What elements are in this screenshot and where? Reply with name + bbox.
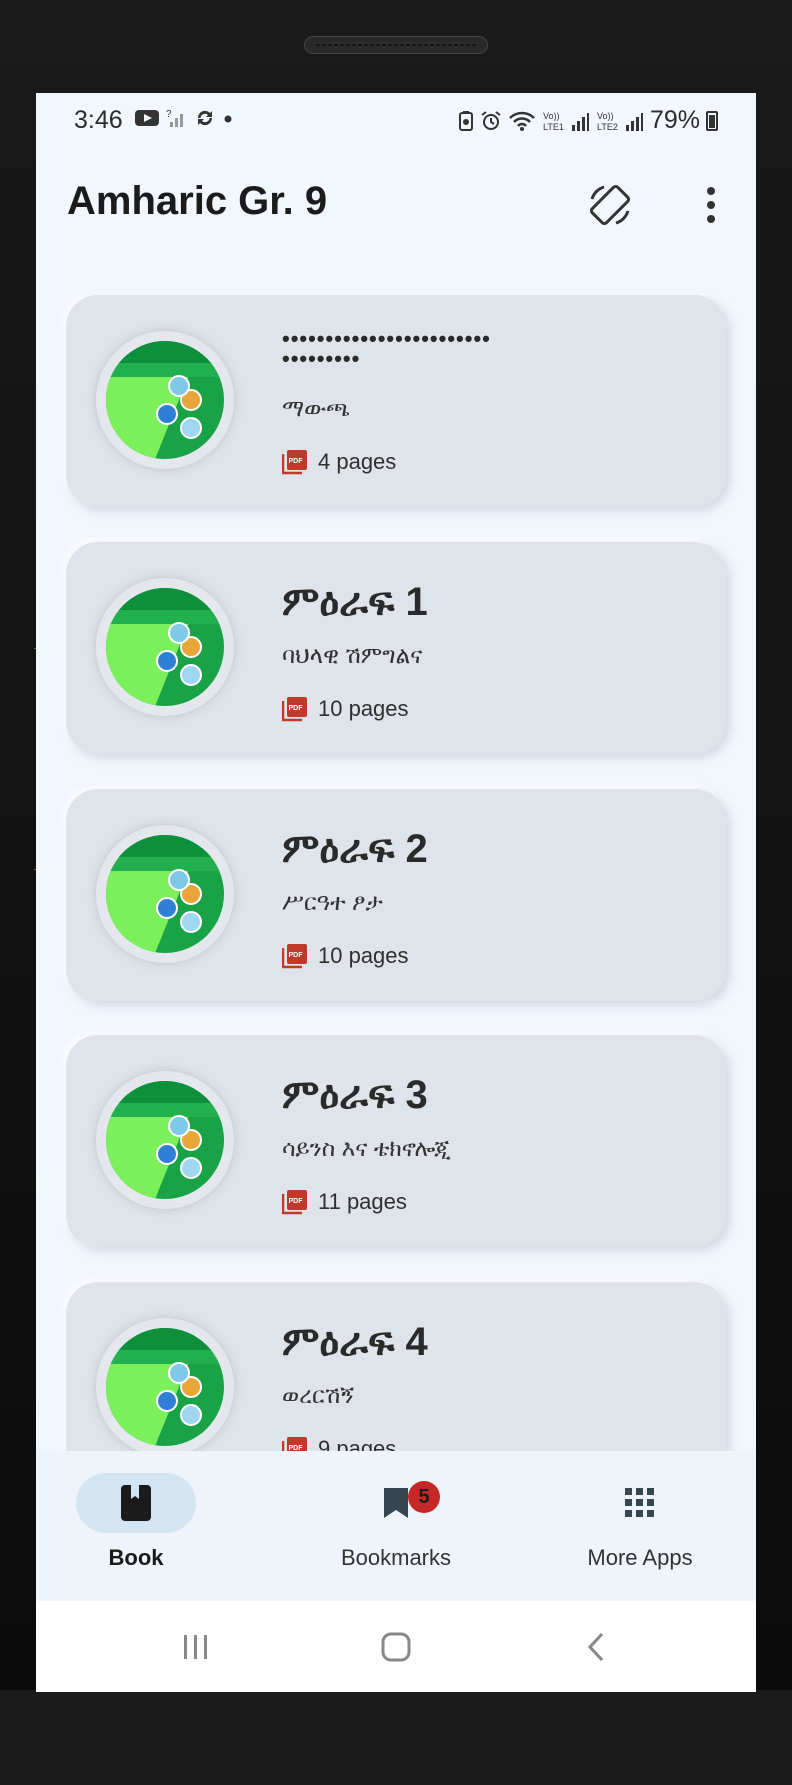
status-left-icons: ? bbox=[134, 107, 234, 129]
screen-rotation-icon bbox=[589, 184, 631, 226]
back-button[interactable] bbox=[566, 1623, 626, 1671]
bookmark-icon bbox=[384, 1488, 408, 1518]
svg-text:PDF: PDF bbox=[289, 458, 304, 465]
chapter-subtitle: ወረርሽኝ bbox=[282, 1382, 354, 1408]
svg-text:PDF: PDF bbox=[289, 705, 304, 712]
svg-text:Vo)): Vo)) bbox=[597, 111, 614, 121]
app-title: Amharic Gr. 9 bbox=[67, 179, 328, 223]
nav-more-apps-label: More Apps bbox=[587, 1545, 693, 1570]
alarm-icon bbox=[481, 110, 501, 130]
page-count-text: 4 pages bbox=[318, 449, 397, 474]
book-cover-thumbnail bbox=[96, 331, 234, 469]
chapter-card[interactable]: ••••••••••••••••••••••••••••••••• ማውጫ PD… bbox=[66, 295, 726, 507]
nav-book[interactable]: Book bbox=[36, 1473, 236, 1571]
recent-apps-button[interactable] bbox=[166, 1623, 226, 1671]
chapter-title: ምዕራፍ 4 bbox=[282, 1320, 428, 1364]
battery-percent: 79% bbox=[649, 106, 700, 134]
svg-text:LTE2: LTE2 bbox=[597, 122, 618, 132]
app-screen: 3:46 ? Vo)) LTE1 Vo)) LTE2 79% Amharic Gr.… bbox=[36, 93, 756, 1692]
nav-bookmarks[interactable]: 5 Bookmarks bbox=[296, 1473, 496, 1571]
sync-icon bbox=[197, 110, 213, 126]
chapter-title: ምዕራፍ 2 bbox=[282, 827, 428, 871]
page-count-text: 11 pages bbox=[318, 1189, 407, 1214]
book-cover-thumbnail bbox=[96, 1318, 234, 1456]
pdf-icon: PDF bbox=[282, 1190, 307, 1215]
phone-bezel-bottom bbox=[0, 1690, 792, 1785]
back-icon bbox=[587, 1632, 604, 1662]
dot-icon bbox=[224, 115, 232, 123]
more-vert-icon bbox=[707, 187, 715, 195]
chapter-title: ምዕራፍ 1 bbox=[282, 580, 428, 624]
status-time: 3:46 bbox=[74, 106, 123, 134]
home-icon bbox=[381, 1632, 411, 1662]
battery-saver-icon bbox=[458, 110, 473, 131]
page-count-text: 10 pages bbox=[318, 943, 409, 968]
earpiece-speaker bbox=[304, 36, 488, 54]
chapter-card[interactable]: ምዕራፍ 1 ባህላዊ ሽምግልና PDF 10 pages bbox=[66, 542, 726, 754]
chapter-card[interactable]: ምዕራፍ 3 ሳይንስ እና ቴክኖሎጂ PDF 11 pages bbox=[66, 1035, 726, 1247]
nav-more-apps[interactable]: More Apps bbox=[540, 1473, 740, 1571]
volte-lte1-icon: Vo))LTE1 bbox=[543, 111, 589, 132]
chapter-list[interactable]: ••••••••••••••••••••••••••••••••• ማውጫ PD… bbox=[36, 295, 756, 1545]
chapter-subtitle: ባህላዊ ሽምግልና bbox=[282, 642, 423, 668]
book-cover-thumbnail bbox=[96, 1071, 234, 1209]
svg-text:?: ? bbox=[166, 109, 172, 120]
app-bar: Amharic Gr. 9 bbox=[36, 149, 756, 259]
chapter-card[interactable]: ምዕራፍ 2 ሥርዓተ ፆታ PDF 10 pages bbox=[66, 789, 726, 1001]
svg-text:Vo)): Vo)) bbox=[543, 111, 560, 121]
chapter-title: ምዕራፍ 3 bbox=[282, 1073, 428, 1117]
bookmarks-badge: 5 bbox=[408, 1481, 440, 1513]
chapter-subtitle: ሳይንስ እና ቴክኖሎጂ bbox=[282, 1135, 451, 1161]
chapter-subtitle: ሥርዓተ ፆታ bbox=[282, 889, 383, 915]
nav-bookmarks-label: Bookmarks bbox=[340, 1545, 452, 1570]
book-cover-thumbnail bbox=[96, 825, 234, 963]
bottom-navigation: Book 5 Bookmarks More Apps bbox=[36, 1451, 756, 1599]
page-count-text: 10 pages bbox=[318, 696, 409, 721]
status-bar: 3:46 ? Vo)) LTE1 Vo)) LTE2 79% bbox=[36, 93, 756, 149]
more-options-button[interactable] bbox=[689, 179, 733, 231]
home-button[interactable] bbox=[366, 1623, 426, 1671]
apps-grid-icon bbox=[625, 1488, 654, 1517]
page-count: PDF 11 pages bbox=[282, 1189, 407, 1215]
youtube-icon bbox=[135, 110, 159, 126]
page-count: PDF 4 pages bbox=[282, 449, 396, 475]
nav-more-apps-indicator bbox=[580, 1473, 700, 1533]
chapter-subtitle: ማውጫ bbox=[282, 395, 350, 421]
battery-icon bbox=[706, 110, 718, 131]
pdf-icon: PDF bbox=[282, 944, 307, 969]
recent-apps-icon bbox=[184, 1635, 207, 1659]
svg-text:PDF: PDF bbox=[289, 952, 304, 959]
page-count: PDF 10 pages bbox=[282, 696, 409, 722]
no-signal-icon: ? bbox=[166, 109, 183, 127]
nav-book-indicator bbox=[76, 1473, 196, 1533]
svg-text:LTE1: LTE1 bbox=[543, 122, 564, 132]
wifi-icon bbox=[509, 111, 535, 131]
book-cover-thumbnail bbox=[96, 578, 234, 716]
pdf-icon: PDF bbox=[282, 450, 307, 475]
nav-book-label: Book bbox=[108, 1545, 164, 1570]
screen-rotation-button[interactable] bbox=[584, 179, 636, 231]
book-icon bbox=[121, 1485, 151, 1521]
chapter-title: ••••••••••••••••••••••••••••••••• bbox=[282, 326, 491, 371]
page-count: PDF 10 pages bbox=[282, 943, 409, 969]
status-right-icons: Vo)) LTE1 Vo)) LTE2 79% bbox=[458, 106, 718, 135]
svg-text:PDF: PDF bbox=[289, 1198, 304, 1205]
system-navigation-bar bbox=[36, 1601, 756, 1692]
volte-lte2-icon: Vo))LTE2 bbox=[597, 111, 643, 132]
pdf-icon: PDF bbox=[282, 697, 307, 722]
